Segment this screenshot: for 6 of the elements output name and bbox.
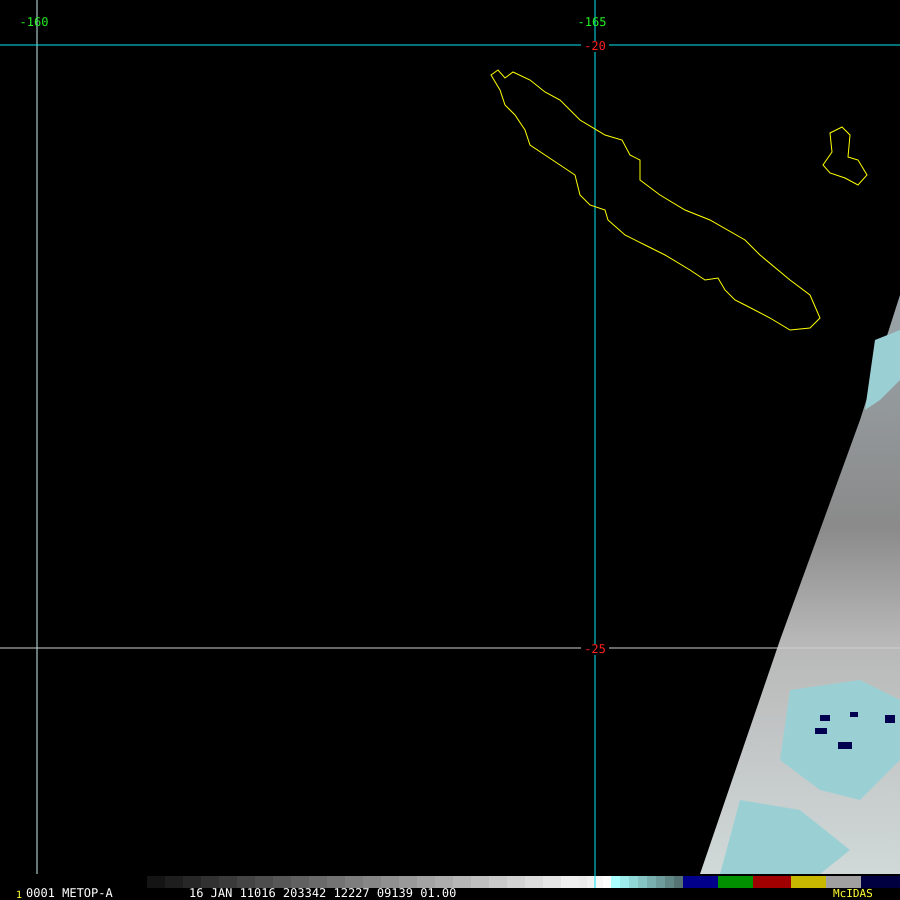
latitude-label: -25 bbox=[584, 642, 606, 656]
latitude-label: -20 bbox=[584, 39, 606, 53]
frame-number: 1 bbox=[16, 890, 22, 900]
image-info: 16 JAN 11016 203342 12227 09139 01.00 bbox=[189, 886, 456, 900]
image-id: 0001 METOP-A bbox=[26, 886, 113, 900]
software-name: McIDAS bbox=[833, 887, 873, 900]
